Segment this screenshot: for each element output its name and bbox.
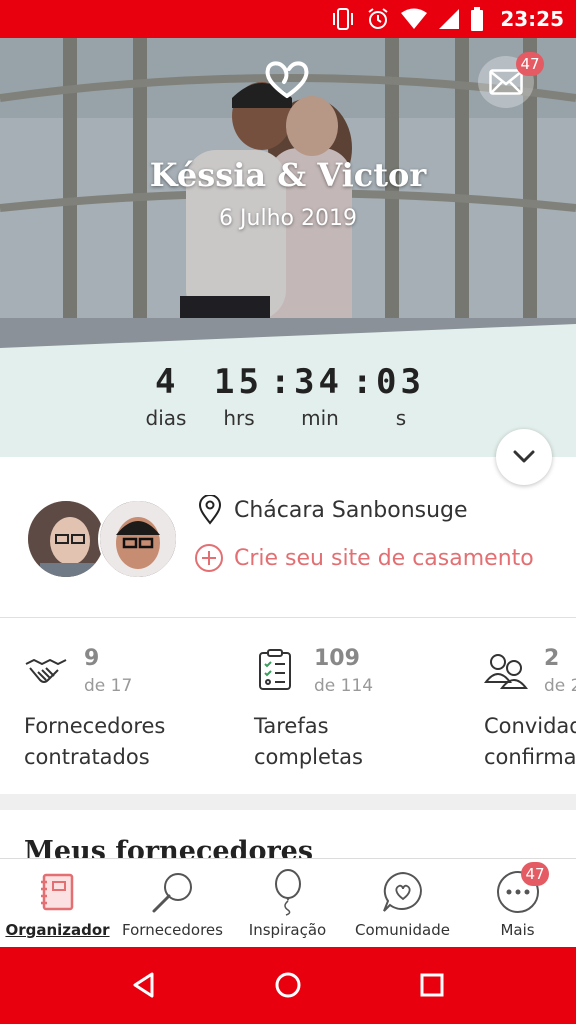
nav-icon-wrap [345, 867, 460, 917]
stat-total: de 114 [314, 676, 374, 696]
avatar-photo [100, 501, 176, 577]
nav-label: Organizador [5, 921, 110, 939]
stat-total: de 17 [84, 676, 133, 696]
countdown-seconds-label: s [395, 406, 407, 430]
alarm-icon [368, 8, 388, 29]
stat-value: 109 [314, 646, 360, 671]
balloon-icon [274, 869, 301, 916]
nav-label: Fornecedores [122, 921, 223, 939]
stat-label: Convidados [484, 714, 576, 738]
stat-vendors[interactable]: 9 de 17 Fornecedores contratados [24, 618, 254, 794]
countdown-separator: : [352, 362, 373, 402]
recents-square-icon [420, 973, 444, 997]
create-site-link[interactable]: Crie seu site de casamento [194, 543, 534, 573]
stat-label: confirmados [484, 745, 576, 769]
countdown-minutes: 34 [294, 362, 343, 402]
countdown-seconds: 03 [376, 362, 425, 402]
wifi-icon [401, 8, 428, 29]
back-button[interactable] [124, 965, 164, 1005]
countdown-days: 4 [155, 362, 180, 402]
battery-icon [471, 7, 484, 31]
system-navigation-bar [0, 947, 576, 1024]
chevron-down-icon [513, 450, 535, 463]
cover-photo: Késsia & Victor 6 Julho 2019 [0, 38, 576, 348]
signal-icon [439, 9, 460, 29]
section-gap [0, 794, 576, 810]
nav-community[interactable]: Comunidade [345, 859, 460, 948]
stat-total: de 2 [544, 676, 576, 696]
nav-more[interactable]: Mais [460, 859, 575, 948]
status-icons: 23:25 [330, 0, 564, 38]
countdown-minutes-label: min [301, 406, 339, 430]
plus-circle-icon [195, 544, 223, 572]
recents-button[interactable] [412, 965, 452, 1005]
nav-icon-wrap [0, 867, 115, 917]
stat-tasks[interactable]: 109 de 114 Tarefas completas [254, 618, 484, 794]
app-screen: 23:25 Késsia & Victor 6 Julho 2019 47 4 … [0, 0, 576, 1024]
chat-heart-icon [382, 871, 422, 912]
stat-guests[interactable]: 2 de 2 Convidados confirmados [484, 618, 576, 794]
mail-icon [489, 69, 523, 95]
home-button[interactable] [268, 965, 308, 1005]
nav-icon-wrap [115, 867, 230, 917]
heart-logo-icon [265, 61, 309, 98]
stat-label: completas [254, 745, 363, 769]
nav-inspiration[interactable]: Inspiração [230, 859, 345, 948]
avatar-photo [28, 501, 104, 577]
stat-label: Fornecedores [24, 714, 166, 738]
countdown-days-label: dias [145, 406, 187, 430]
countdown-hours-label: hrs [223, 406, 255, 430]
stat-label: Tarefas [254, 714, 329, 738]
handshake-icon [25, 659, 67, 683]
avatar-partner-1[interactable] [26, 499, 106, 579]
more-badge: 47 [521, 862, 549, 886]
checklist-icon [259, 649, 291, 690]
location-name: Chácara Sanbonsuge [234, 497, 468, 523]
countdown-slope [0, 318, 576, 348]
guests-icon [484, 654, 528, 689]
nav-label: Inspiração [248, 921, 327, 939]
stat-value: 9 [84, 646, 100, 671]
vibrate-icon [333, 8, 354, 30]
nav-icon-wrap [460, 867, 575, 917]
nav-vendors[interactable]: Fornecedores [115, 859, 230, 948]
nav-label: Comunidade [355, 921, 450, 939]
bottom-navigation: Organizador Fornecedores Inspiração Comu… [0, 858, 576, 947]
location-pin-icon [198, 495, 222, 525]
create-site-label: Crie seu site de casamento [234, 545, 534, 571]
wedding-info: Chácara Sanbonsuge Crie seu site de casa… [0, 457, 576, 618]
avatar-partner-2[interactable] [98, 499, 178, 579]
back-triangle-icon [133, 972, 154, 998]
home-circle-icon [275, 972, 301, 998]
notebook-icon [40, 873, 73, 911]
nav-label: Mais [500, 921, 535, 939]
countdown-separator: : [270, 362, 291, 402]
search-icon [152, 873, 192, 913]
progress-summary: 9 de 17 Fornecedores contratados 109 de … [0, 618, 576, 794]
nav-organizer[interactable]: Organizador [0, 859, 115, 948]
messages-badge: 47 [516, 52, 544, 76]
couple-names: Késsia & Victor [149, 156, 427, 194]
wedding-date: 6 Julho 2019 [219, 206, 357, 231]
location[interactable]: Chácara Sanbonsuge [198, 495, 468, 525]
stat-value: 2 [544, 646, 560, 671]
expand-button[interactable] [496, 429, 552, 485]
clock: 23:25 [500, 7, 564, 31]
nav-icon-wrap [230, 867, 345, 917]
stat-label: contratados [24, 745, 150, 769]
countdown-hours: 15 [214, 362, 263, 402]
status-bar: 23:25 [0, 0, 576, 38]
countdown: 4 15 : 34 : 03 dias hrs min s [0, 318, 576, 457]
